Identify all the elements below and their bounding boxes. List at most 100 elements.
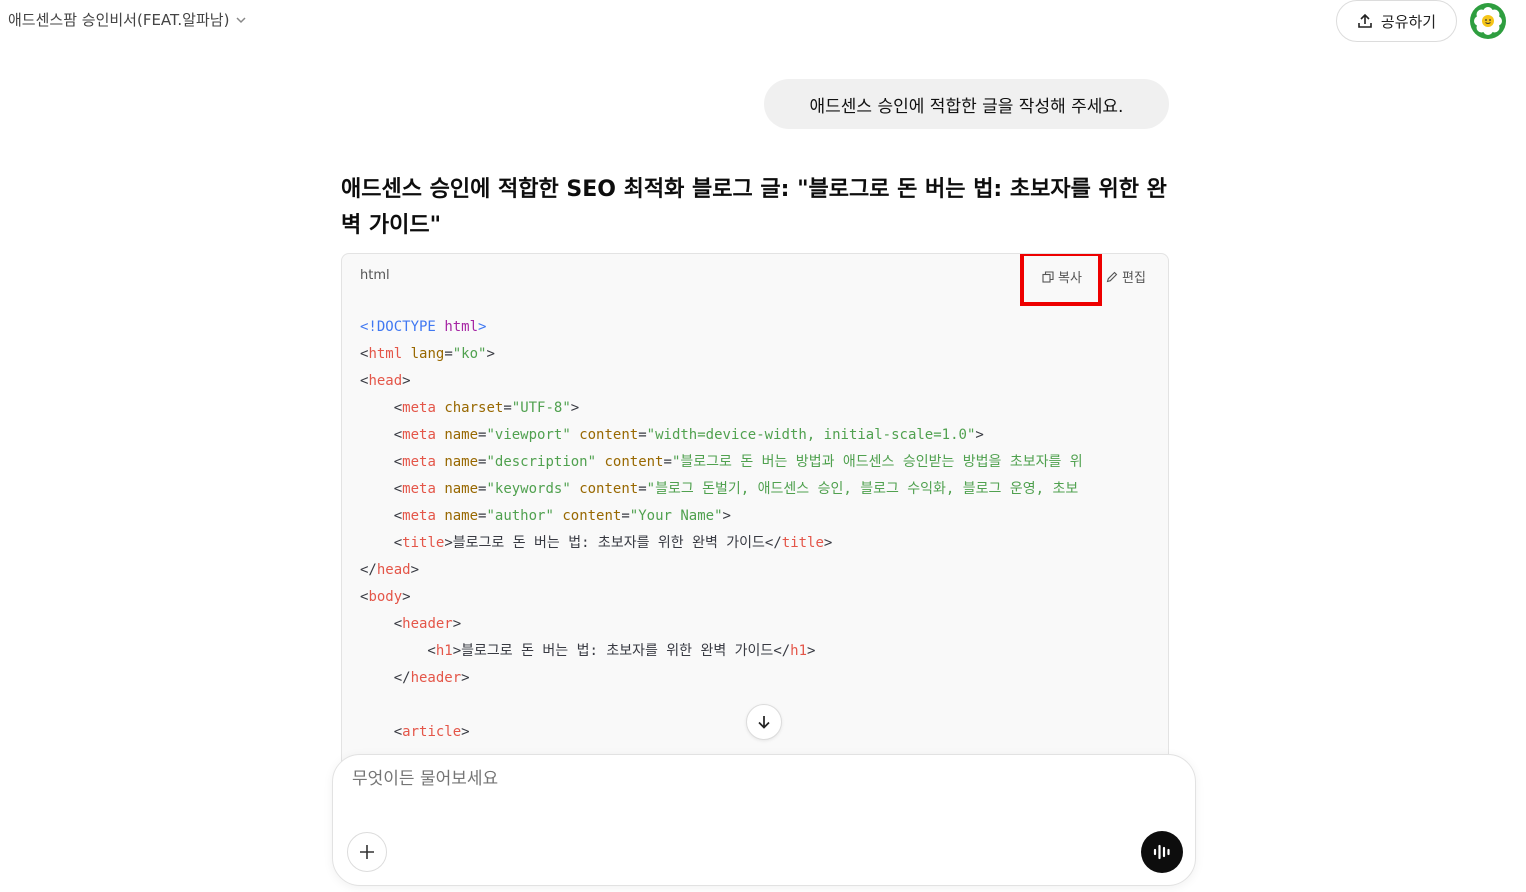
code-token: </ (764, 535, 782, 551)
code-token: name (444, 508, 479, 524)
code-token: <! (360, 319, 377, 335)
code-token: title (781, 535, 824, 551)
code-line: <meta name="viewport" content="width=dev… (360, 422, 1168, 449)
code-token: title (402, 535, 445, 551)
code-line: <meta charset="UTF-8"> (360, 395, 1168, 422)
code-token: h1 (790, 643, 808, 659)
code-token: > (570, 400, 580, 416)
code-token: name (444, 481, 479, 497)
code-line: <title>블로그로 돈 버는 법: 초보자를 위한 완벽 가이드</titl… (360, 530, 1168, 557)
code-line: </head> (360, 557, 1168, 584)
code-token: article (402, 724, 462, 740)
code-content: <!DOCTYPE html> <html lang="ko"> <head> <m… (360, 314, 1168, 746)
code-token: 블로그로 돈 버는 법: 초보자를 위한 완벽 가이드 (452, 535, 765, 551)
code-token: > (402, 589, 411, 605)
code-token: = (663, 454, 672, 470)
code-line: <meta name="author" content="Your Name"> (360, 503, 1168, 530)
code-token: </ (360, 670, 411, 686)
code-token: < (360, 535, 403, 551)
code-token: "keywords" (486, 481, 571, 497)
code-block: html 복사 편집 <!DOCTYPE html> <html lang="ko… (341, 253, 1169, 773)
copy-label: 복사 (1058, 271, 1082, 286)
code-token: "블로그 돈벌기, 애드센스 승인, 블로그 수익화, 블로그 운영, 초보 (646, 481, 1079, 497)
code-token: header (410, 670, 462, 686)
code-line: <head> (360, 368, 1168, 395)
upload-icon (1358, 13, 1372, 28)
code-line: </header> (360, 665, 1168, 692)
code-token: html (444, 319, 479, 335)
top-bar: 애드센스팜 승인비서(FEAT.알파남) 공유하기 (0, 0, 1526, 42)
code-token: "width=device-width, initial-scale=1.0" (646, 427, 976, 443)
share-label: 공유하기 (1380, 12, 1437, 31)
code-token: < (360, 400, 403, 416)
user-message-text: 애드센스 승인에 적합한 글을 작성해 주세요. (809, 96, 1124, 117)
code-token: meta (402, 508, 436, 524)
code-line: <meta name="keywords" content="블로그 돈벌기, … (360, 476, 1168, 503)
code-token: > (823, 535, 833, 551)
code-line: <meta name="description" content="블로그로 돈… (360, 449, 1168, 476)
code-token: "description" (486, 454, 597, 470)
code-token: head (368, 373, 403, 389)
user-message-bubble: 애드센스 승인에 적합한 글을 작성해 주세요. (764, 79, 1169, 129)
code-token: > (478, 319, 487, 335)
code-token: header (402, 616, 453, 632)
code-token: > (486, 346, 495, 362)
code-token: </ (773, 643, 791, 659)
code-token: < (360, 616, 403, 632)
code-token: body (368, 589, 403, 605)
code-token: < (360, 643, 436, 659)
code-token: content (604, 454, 664, 470)
code-token: = (503, 400, 512, 416)
code-token: meta (402, 400, 436, 416)
code-line: <html lang="ko"> (360, 341, 1168, 368)
code-token: < (360, 508, 403, 524)
code-token: "UTF-8" (511, 400, 571, 416)
voice-wave-icon (1153, 844, 1170, 860)
code-token: h1 (435, 643, 453, 659)
pen-icon (1106, 271, 1118, 282)
avatar[interactable] (1470, 3, 1506, 39)
gpt-switcher[interactable]: 애드센스팜 승인비서(FEAT.알파남) (8, 9, 247, 30)
code-token: < (360, 427, 403, 443)
code-token: > (410, 562, 420, 578)
code-token: content (579, 481, 639, 497)
code-token: meta (402, 454, 436, 470)
code-token: charset (444, 400, 504, 416)
scroll-down-button[interactable] (746, 704, 782, 740)
code-token: </ (360, 562, 377, 578)
prompt-input[interactable] (352, 769, 1112, 789)
gpt-title: 애드센스팜 승인비서(FEAT.알파남) (8, 11, 230, 29)
code-token: DOCTYPE (376, 319, 436, 335)
code-block-header: html 복사 편집 (342, 254, 1168, 306)
code-token: < (360, 724, 403, 740)
code-token: "viewport" (486, 427, 571, 443)
code-token: = (621, 508, 630, 524)
code-token: "author" (486, 508, 554, 524)
code-token: name (444, 427, 479, 443)
voice-mode-button[interactable] (1141, 831, 1183, 873)
edit-button[interactable]: 편집 (1106, 267, 1146, 286)
code-token: < (360, 481, 403, 497)
code-line: <h1>블로그로 돈 버는 법: 초보자를 위한 완벽 가이드</h1> (360, 638, 1168, 665)
composer (332, 754, 1196, 886)
code-line: <header> (360, 611, 1168, 638)
code-token: content (562, 508, 622, 524)
code-token: > (461, 724, 470, 740)
code-token: html (368, 346, 403, 362)
code-token: "ko" (452, 346, 487, 362)
code-token: < (360, 454, 403, 470)
code-token: > (461, 670, 470, 686)
answer-title: 애드센스 승인에 적합한 SEO 최적화 블로그 글: "블로그로 돈 버는 법… (341, 177, 1167, 238)
code-token: lang (410, 346, 445, 362)
edit-label: 편집 (1122, 271, 1146, 286)
share-button[interactable]: 공유하기 (1336, 0, 1457, 42)
copy-button[interactable]: 복사 (1042, 267, 1082, 286)
code-token: > (807, 643, 816, 659)
code-line: <body> (360, 584, 1168, 611)
code-token: content (579, 427, 639, 443)
attach-button[interactable] (347, 832, 387, 872)
code-token: meta (402, 427, 436, 443)
